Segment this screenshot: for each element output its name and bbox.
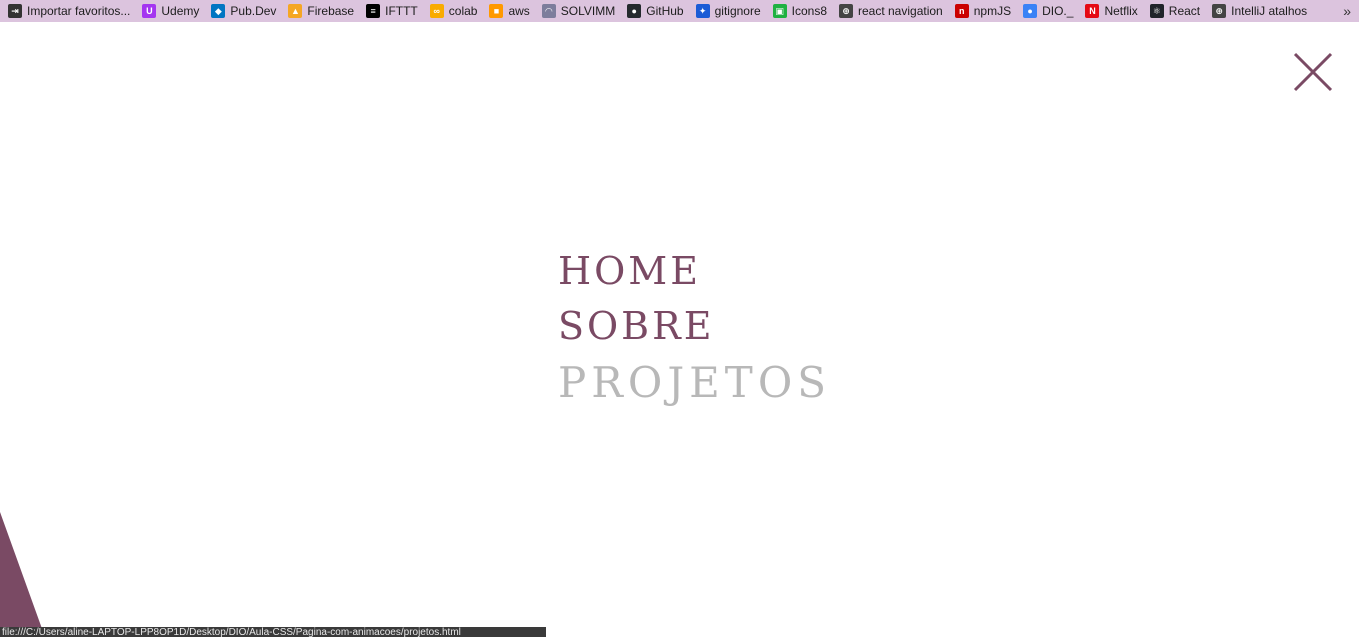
bookmark-label: Icons8 [791,4,827,18]
globe-icon: ⊕ [839,4,853,18]
bookmark-item[interactable]: ⊕ IntelliJ atalhos [1212,0,1307,22]
decorative-corner-shape [0,512,45,637]
bookmark-item[interactable]: ⇥ Importar favoritos... [8,0,130,22]
bookmark-label: Importar favoritos... [27,4,131,18]
bookmark-item[interactable]: U Udemy [142,0,199,22]
gitignore-icon: ✦ [695,4,710,18]
colab-icon: ∞ [429,4,444,18]
bookmark-item[interactable]: ◆ Pub.Dev [211,0,276,22]
bookmark-label: Pub.Dev [230,4,277,18]
pubdev-icon: ◆ [211,4,226,18]
bookmark-item[interactable]: ∞ colab [429,0,478,22]
bookmark-label: react navigation [858,4,943,18]
bookmark-item[interactable]: ● DIO._ [1023,0,1073,22]
npm-icon: n [954,4,969,18]
bookmark-label: GitHub [646,4,684,18]
bookmark-label: Netflix [1104,4,1138,18]
bookmark-label: IntelliJ atalhos [1231,4,1308,18]
bookmark-item[interactable]: ✦ gitignore [695,0,761,22]
bookmark-label: Firebase [307,4,355,18]
bookmark-item[interactable]: ■ aws [489,0,530,22]
bookmark-label: IFTTT [385,4,418,18]
bookmarks-bar: ⇥ Importar favoritos... U Udemy ◆ Pub.Dev ▲ Fir… [0,0,1359,22]
github-icon: ● [627,4,642,18]
bookmark-label: Udemy [161,4,200,18]
bookmark-item[interactable]: n npmJS [954,0,1012,22]
bookmark-item[interactable]: ⊕ react navigation [839,0,943,22]
bookmark-label: SOLVIMM [560,4,616,18]
firebase-icon: ▲ [288,4,303,18]
menu-item-home[interactable]: HOME [558,252,831,290]
import-icon: ⇥ [8,4,22,18]
bookmark-label: colab [448,4,478,18]
globe-icon: ⊕ [1212,4,1227,18]
netflix-icon: N [1085,4,1100,18]
udemy-icon: U [142,4,157,18]
bookmark-item[interactable]: ▲ Firebase [288,0,354,22]
main-menu: HOME SOBRE PROJETOS [558,252,831,404]
icons8-icon: ▣ [772,4,787,18]
bookmark-label: React [1168,4,1201,18]
ifttt-icon: ≡ [366,4,381,18]
bookmark-item[interactable]: N Netflix [1085,0,1138,22]
bookmark-item[interactable]: ▣ Icons8 [772,0,827,22]
aws-icon: ■ [489,4,504,18]
solvimm-icon: ◠ [541,4,556,18]
bookmarks-list: ⇥ Importar favoritos... U Udemy ◆ Pub.Dev ▲ Fir… [0,0,1311,22]
bookmark-label: npmJS [973,4,1012,18]
menu-item-projetos[interactable]: PROJETOS [558,362,831,404]
bookmark-label: aws [508,4,530,18]
bookmark-label: DIO._ [1042,4,1074,18]
bookmark-item[interactable]: ⚛ React [1149,0,1201,22]
react-icon: ⚛ [1149,4,1164,18]
bookmark-item[interactable]: ◠ SOLVIMM [541,0,616,22]
close-icon[interactable] [1292,51,1334,93]
bookmark-item[interactable]: ≡ IFTTT [366,0,418,22]
bookmarks-overflow-chevron-icon[interactable]: » [1343,0,1351,22]
dio-icon: ● [1023,4,1038,18]
bookmark-item[interactable]: ● GitHub [627,0,684,22]
bookmark-label: gitignore [714,4,761,18]
menu-item-sobre[interactable]: SOBRE [558,307,831,345]
status-bar-url: file:///C:/Users/aline-LAPTOP-LPP8OP1D/D… [0,627,546,637]
